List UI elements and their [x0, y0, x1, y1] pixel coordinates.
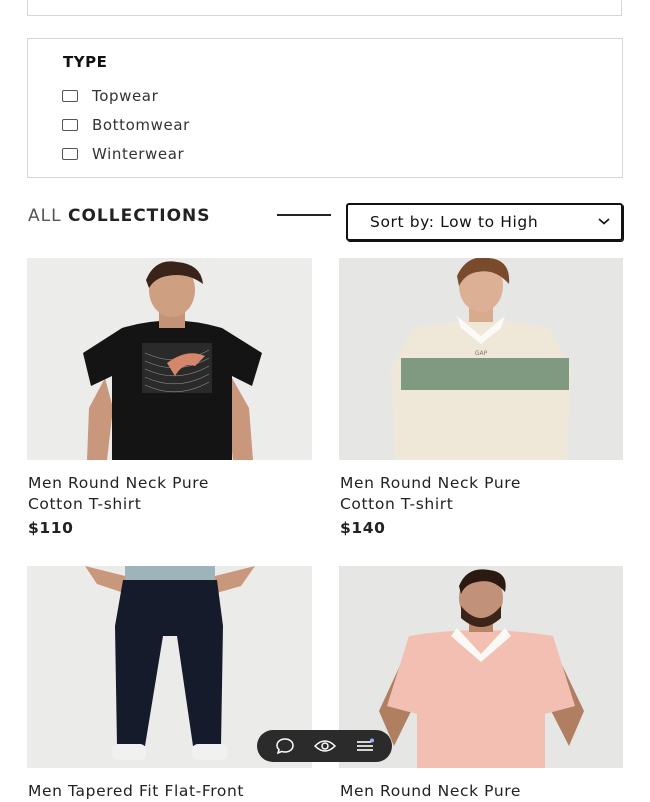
- previous-filter-panel: [27, 0, 622, 16]
- chevron-down-icon: [598, 218, 610, 225]
- product-name-line: Men Round Neck Pure: [340, 474, 522, 492]
- collections-heading-light: ALL: [28, 206, 62, 226]
- product-name[interactable]: Men Round Neck Pure Cotton T-shirt: [28, 473, 308, 515]
- sort-dropdown[interactable]: Sort by: Low to High: [346, 203, 623, 241]
- product-name[interactable]: Men Tapered Fit Flat-Front: [28, 781, 308, 802]
- eye-icon[interactable]: [313, 738, 336, 754]
- product-image[interactable]: [27, 258, 312, 460]
- filter-title: TYPE: [63, 53, 108, 71]
- filter-option-winterwear[interactable]: Winterwear: [62, 144, 184, 164]
- product-image[interactable]: GAP: [339, 258, 623, 460]
- floating-action-bar: [257, 730, 392, 762]
- sort-dropdown-label: Sort by: Low to High: [370, 213, 539, 231]
- collections-heading: ALL COLLECTIONS: [28, 206, 211, 226]
- product-name-line: Men Tapered Fit Flat-Front: [28, 782, 245, 800]
- svg-text:GAP: GAP: [475, 350, 488, 357]
- product-name[interactable]: Men Round Neck Pure: [340, 781, 620, 802]
- type-filter-panel: TYPE Topwear Bottomwear Winterwear: [27, 38, 623, 178]
- sweatshirt-model-image: GAP: [391, 258, 571, 460]
- black-tshirt-model-image: [83, 261, 262, 460]
- product-price: $110: [28, 519, 74, 537]
- chat-icon[interactable]: [275, 737, 295, 755]
- product-name-line: Cotton T-shirt: [340, 495, 454, 513]
- filter-option-bottomwear[interactable]: Bottomwear: [62, 115, 190, 135]
- filter-option-label: Winterwear: [92, 145, 185, 163]
- product-name-line: Men Round Neck Pure: [28, 474, 210, 492]
- bottomwear-checkbox[interactable]: [62, 119, 78, 131]
- filter-option-topwear[interactable]: Topwear: [62, 86, 158, 106]
- winterwear-checkbox[interactable]: [62, 148, 78, 160]
- product-name[interactable]: Men Round Neck Pure Cotton T-shirt: [340, 473, 620, 515]
- topwear-checkbox[interactable]: [62, 90, 78, 102]
- product-name-line: Men Round Neck Pure: [340, 782, 522, 800]
- menu-icon[interactable]: [355, 738, 375, 754]
- heading-divider: [277, 214, 331, 216]
- filter-option-label: Topwear: [92, 87, 159, 105]
- filter-option-label: Bottomwear: [92, 116, 190, 134]
- collections-heading-bold: COLLECTIONS: [67, 206, 211, 226]
- product-price: $140: [340, 519, 386, 537]
- product-name-line: Cotton T-shirt: [28, 495, 142, 513]
